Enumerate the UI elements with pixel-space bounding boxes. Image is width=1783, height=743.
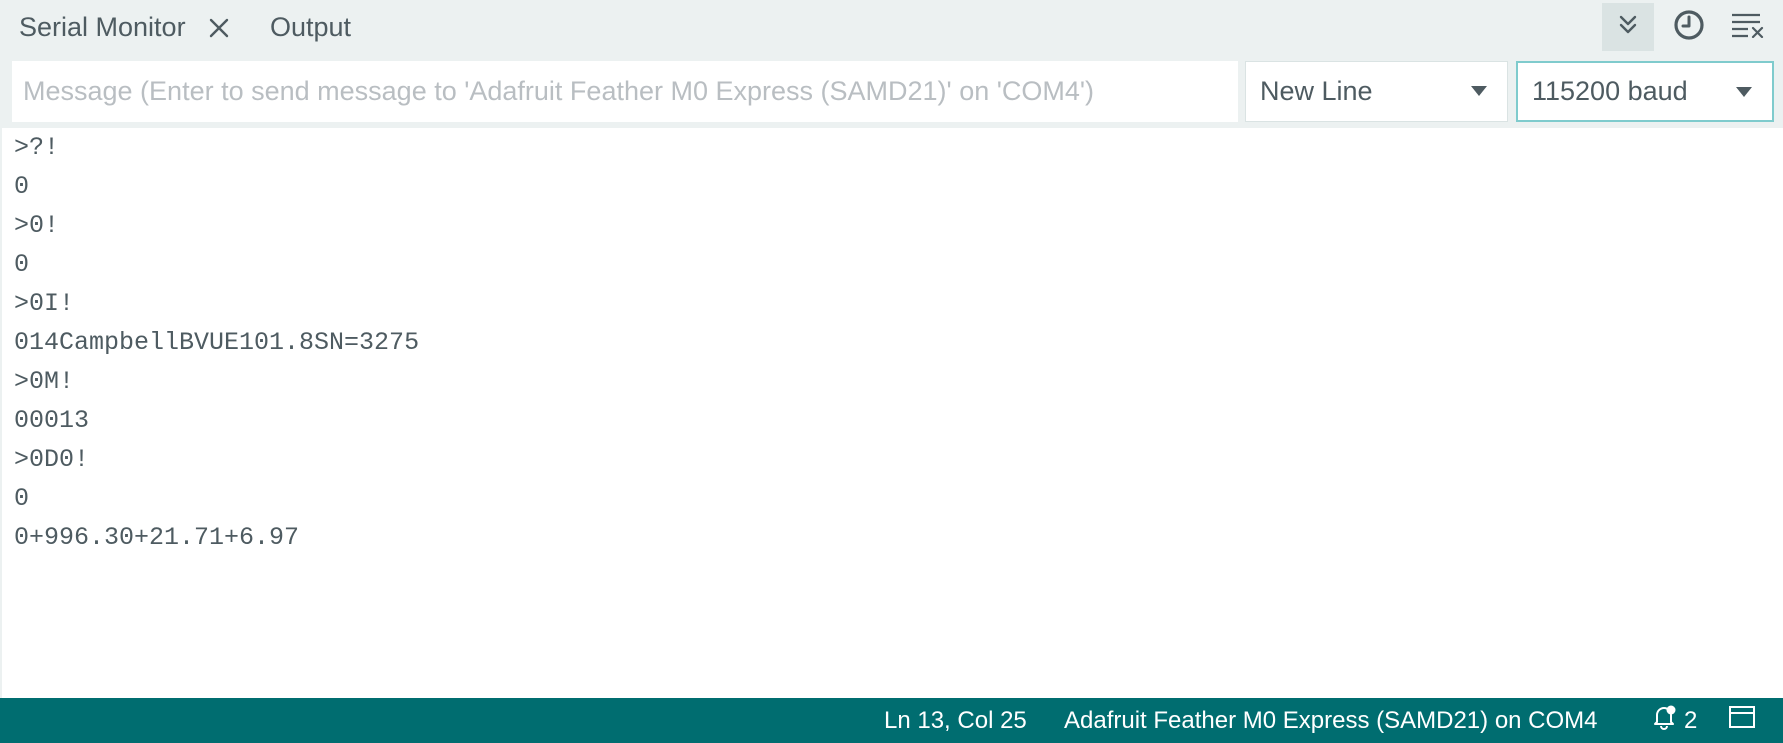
tab-output-label: Output <box>270 12 352 42</box>
baud-rate-value: 115200 baud <box>1532 76 1688 106</box>
output-line: >?! <box>14 133 60 162</box>
tab-serial-monitor[interactable]: Serial Monitor <box>19 0 234 55</box>
output-line: 0+996.30+21.71+6.97 <box>14 523 300 552</box>
tab-serial-monitor-label: Serial Monitor <box>19 12 186 42</box>
notifications-button[interactable]: 2 <box>1650 698 1697 743</box>
output-line: 00013 <box>14 406 90 435</box>
output-line: >0I! <box>14 289 75 318</box>
bell-icon <box>1650 703 1678 738</box>
output-line: >0D0! <box>14 445 90 474</box>
clear-output-button[interactable] <box>1722 3 1774 51</box>
board-status[interactable]: Adafruit Feather M0 Express (SAMD21) on … <box>1064 698 1598 743</box>
clock-icon <box>1673 9 1705 46</box>
output-line: 0 <box>14 250 30 279</box>
message-input-row: New Line 115200 baud <box>0 55 1783 128</box>
baud-rate-select[interactable]: 115200 baud <box>1516 61 1774 122</box>
notification-count: 2 <box>1684 706 1698 734</box>
output-line: >0M! <box>14 367 75 396</box>
output-line: 014CampbellBVUE101.8SN=3275 <box>14 328 420 357</box>
status-bar: Ln 13, Col 25 Adafruit Feather M0 Expres… <box>0 698 1783 743</box>
line-ending-value: New Line <box>1260 76 1373 106</box>
output-line: 0 <box>14 172 30 201</box>
tab-bar: Serial Monitor Output <box>0 0 1783 55</box>
line-ending-select[interactable]: New Line <box>1245 61 1508 122</box>
double-chevron-down-icon <box>1616 13 1640 42</box>
tab-output[interactable]: Output <box>270 0 351 55</box>
toggle-panel-button[interactable] <box>1728 698 1756 743</box>
output-line: 0 <box>14 484 30 513</box>
message-input[interactable] <box>12 61 1238 122</box>
serial-monitor-panel: Serial Monitor Output Message (Enter to … <box>0 0 1783 743</box>
panel-icon <box>1728 705 1756 736</box>
caret-down-icon <box>1736 87 1752 97</box>
caret-down-icon <box>1471 86 1487 96</box>
toggle-timestamp-button[interactable] <box>1663 3 1715 51</box>
cursor-position[interactable]: Ln 13, Col 25 <box>884 698 1027 743</box>
close-icon[interactable] <box>204 13 234 43</box>
serial-output[interactable]: >?! 0 >0! 0 >0I! 014CampbellBVUE101.8SN=… <box>0 128 1783 698</box>
output-line: >0! <box>14 211 60 240</box>
clear-output-icon <box>1731 12 1765 43</box>
autoscroll-button[interactable] <box>1602 3 1654 51</box>
